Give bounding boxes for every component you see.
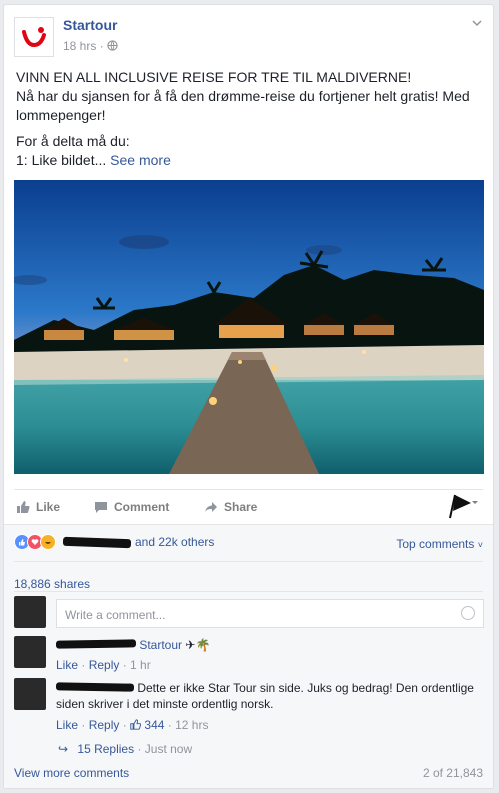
action-bar: Like Comment Share <box>14 489 483 524</box>
page-name-link[interactable]: Startour <box>63 17 117 33</box>
maldives-photo <box>14 180 484 474</box>
commenter-avatar[interactable] <box>14 636 46 668</box>
smiley-icon[interactable] <box>461 606 475 620</box>
post-meta: 18 hrs · <box>63 39 118 53</box>
share-arrow-icon <box>205 502 217 512</box>
comment-icon <box>95 502 107 513</box>
reactions-summary[interactable]: and 22k others <box>14 534 214 550</box>
reactions-others[interactable]: and 22k others <box>135 535 214 549</box>
view-more-comments-link[interactable]: View more comments <box>14 766 129 780</box>
divider <box>14 561 483 562</box>
post-time[interactable]: 18 hrs <box>63 39 96 53</box>
redacted-name <box>55 639 137 649</box>
see-more-link[interactable]: See more <box>110 152 171 168</box>
haha-reaction-icon <box>40 534 56 550</box>
comment-1-tag[interactable]: Startour <box>139 638 182 652</box>
post-body: Nå har du sjansen for å få den drømme-re… <box>16 88 470 123</box>
comment-2-reply[interactable]: Reply <box>89 718 120 732</box>
post-header: Startour 18 hrs · <box>4 5 493 65</box>
reply-arrow-icon: ↪ <box>58 742 69 756</box>
post-step: 1: Like bildet <box>16 152 95 168</box>
comment-2-meta: Like · Reply · 344 · 12 hrs <box>56 718 209 732</box>
flag-icon[interactable] <box>447 493 479 519</box>
avatar[interactable] <box>14 596 46 628</box>
shares-link[interactable]: 18,886 shares <box>14 577 90 591</box>
commenter-avatar[interactable] <box>14 678 46 710</box>
replies-row: ↪ 15 Replies · Just now <box>58 742 193 756</box>
comment-1-meta: Like · Reply · 1 hr <box>56 658 151 672</box>
view-replies-link[interactable]: 15 Replies <box>77 742 134 756</box>
airplane-icon: ✈ <box>185 638 196 652</box>
comment-1-text: Startour ✈🌴 <box>55 637 211 653</box>
comments-section: and 22k others Top comments ˅ 18,886 sha… <box>4 524 493 788</box>
thumbs-up-icon <box>17 501 30 513</box>
post-photo[interactable] <box>14 180 484 474</box>
comment-2-like[interactable]: Like <box>56 718 78 732</box>
post-card: Startour 18 hrs · VINN EN ALL INCLUSIVE … <box>3 4 494 789</box>
share-button[interactable]: Share <box>204 500 257 514</box>
palm-tree-icon: 🌴 <box>195 638 211 652</box>
post-text: VINN EN ALL INCLUSIVE REISE FOR TRE TIL … <box>16 68 486 177</box>
meta-separator: · <box>99 39 104 53</box>
redacted-name <box>62 536 132 548</box>
redacted-name <box>55 682 135 692</box>
comment-input[interactable]: Write a comment... <box>56 599 484 628</box>
comment-2-text: Dette er ikke Star Tour sin side. Juks o… <box>55 680 481 712</box>
like-button[interactable]: Like <box>16 500 60 514</box>
thumbs-up-icon <box>130 719 142 730</box>
post-instructions: For å delta må du: 1: Like bildet... See … <box>16 133 171 168</box>
tui-logo-icon[interactable] <box>14 17 54 57</box>
comment-button[interactable]: Comment <box>94 500 169 514</box>
divider <box>14 591 483 592</box>
comment-2-like-count[interactable]: 344 <box>144 718 164 732</box>
chevron-down-icon[interactable] <box>471 17 483 29</box>
comment-1-reply[interactable]: Reply <box>89 658 120 672</box>
top-comments-dropdown[interactable]: Top comments ˅ <box>396 537 483 551</box>
comments-counter: 2 of 21,843 <box>422 766 483 780</box>
comment-1-like[interactable]: Like <box>56 658 78 672</box>
post-headline: VINN EN ALL INCLUSIVE REISE FOR TRE TIL … <box>16 69 470 123</box>
globe-icon <box>107 40 118 51</box>
